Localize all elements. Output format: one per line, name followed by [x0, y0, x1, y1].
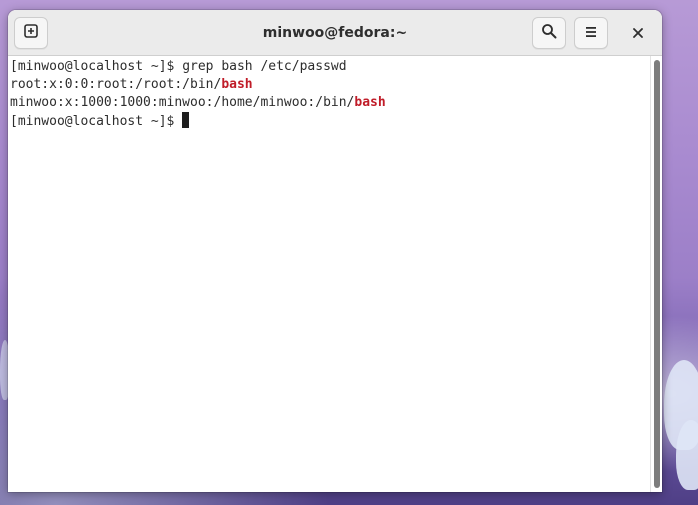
search-button[interactable] [532, 17, 566, 49]
main-menu-button[interactable] [574, 17, 608, 49]
wallpaper-snow-tree [676, 420, 698, 490]
terminal-line: minwoo:x:1000:1000:minwoo:/home/minwoo:/… [10, 94, 650, 112]
window-title: minwoo@fedora:~ [262, 25, 408, 41]
text-cursor [182, 112, 190, 128]
output-text: root:x:0:0:root:/root:/bin/ [10, 77, 222, 92]
scrollbar-thumb[interactable] [654, 60, 660, 488]
new-tab-icon [23, 23, 39, 43]
new-tab-button[interactable] [14, 17, 48, 49]
hamburger-menu-icon [584, 24, 598, 43]
header-bar: minwoo@fedora:~ [8, 10, 662, 56]
grep-match-highlight: bash [354, 95, 386, 110]
close-button[interactable] [622, 17, 654, 49]
terminal-line: [minwoo@localhost ~]$ [10, 112, 650, 130]
vertical-scrollbar[interactable] [650, 56, 662, 492]
terminal-output[interactable]: [minwoo@localhost ~]$ grep bash /etc/pas… [8, 56, 650, 492]
close-icon [632, 24, 644, 43]
terminal-line: [minwoo@localhost ~]$ grep bash /etc/pas… [10, 58, 650, 76]
grep-match-highlight: bash [221, 77, 253, 92]
search-icon [541, 23, 557, 43]
terminal-window: minwoo@fedora:~ [minwoo@localhost ~]$ gr… [8, 10, 662, 492]
terminal-line: root:x:0:0:root:/root:/bin/bash [10, 76, 650, 94]
shell-prompt: [minwoo@localhost ~]$ [10, 114, 183, 129]
shell-prompt: [minwoo@localhost ~]$ [10, 59, 183, 74]
output-text: minwoo:x:1000:1000:minwoo:/home/minwoo:/… [10, 95, 355, 110]
command-text: grep bash /etc/passwd [182, 59, 347, 74]
